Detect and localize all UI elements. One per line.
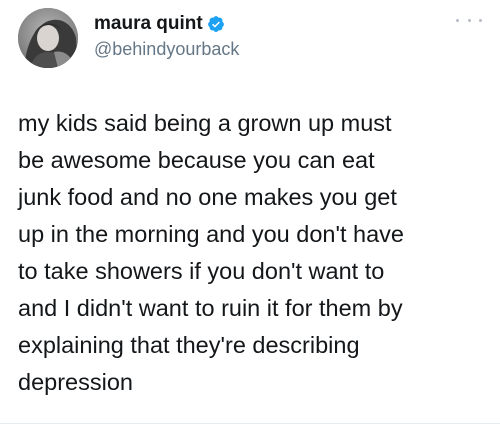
more-dot xyxy=(479,18,482,22)
avatar-image xyxy=(18,8,78,68)
tweet-text: my kids said being a grown up must be aw… xyxy=(18,110,404,395)
more-dot xyxy=(456,18,459,22)
tweet-card: maura quint @behindyourback my kids said… xyxy=(0,0,500,426)
more-options-icon[interactable] xyxy=(456,14,482,26)
author-display-name[interactable]: maura quint xyxy=(94,13,203,35)
verified-badge-icon xyxy=(207,15,225,33)
author-name-row: maura quint xyxy=(94,12,225,36)
divider xyxy=(0,423,500,424)
more-dot xyxy=(467,18,471,22)
author-avatar[interactable] xyxy=(18,8,78,68)
author-handle[interactable]: @behindyourback xyxy=(94,39,239,60)
